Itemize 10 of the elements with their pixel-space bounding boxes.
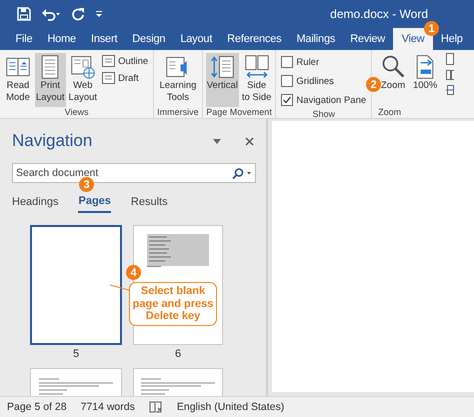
group-label: Page Movement [206,107,272,117]
pane-title: Navigation [12,131,94,151]
group-label: Immersive [157,107,199,117]
page-number: 5 [72,348,80,360]
group-label: Zoom [378,107,402,117]
page-number: 6 [174,348,182,360]
group-label: Views [64,107,89,117]
window-title: demo.docx - Word [330,7,428,21]
group-label: Show [312,109,336,119]
callout-tooltip: Select blank page and press Delete key [129,282,217,326]
